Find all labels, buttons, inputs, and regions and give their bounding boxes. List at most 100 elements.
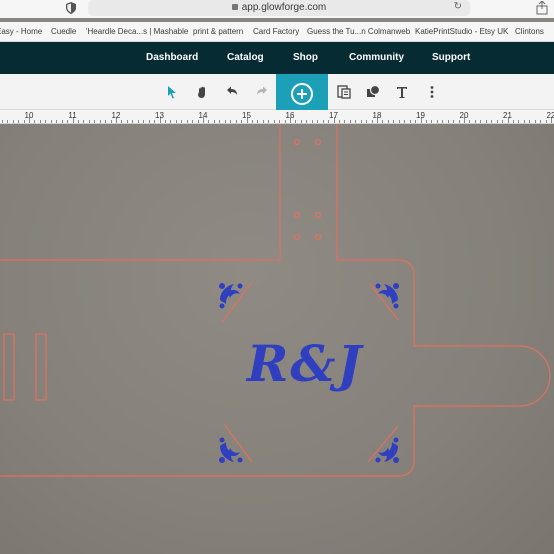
ruler-minor-tick — [523, 120, 525, 123]
ruler-minor-tick — [415, 120, 417, 123]
ruler-minor-tick — [366, 120, 368, 123]
cut-outline — [0, 124, 551, 477]
hand-icon[interactable] — [195, 84, 211, 100]
bookmark-item[interactable]: 'Heardle Deca...s | Mashable — [86, 27, 188, 36]
ruler-minor-tick — [246, 120, 248, 123]
ruler-minor-tick — [34, 120, 36, 123]
trace-icon[interactable] — [336, 84, 352, 100]
ruler-minor-tick — [154, 120, 156, 123]
ruler-minor-tick — [279, 120, 281, 123]
ruler-minor-tick — [67, 120, 69, 123]
ruler-minor-tick — [94, 120, 96, 123]
ruler-minor-tick — [295, 120, 297, 123]
monogram-text[interactable]: R&J — [230, 334, 380, 404]
ruler-minor-tick — [393, 120, 395, 123]
bookmark-item[interactable]: Guess the Tu...n Colmanweb — [307, 27, 410, 36]
undo-icon[interactable] — [224, 84, 240, 100]
ruler-minor-tick — [436, 120, 438, 123]
ruler-label: 13 — [155, 111, 164, 120]
cut-hole — [293, 138, 301, 146]
ruler-minor-tick — [29, 120, 30, 123]
ruler-minor-tick — [224, 120, 226, 123]
ruler-minor-tick — [371, 120, 373, 123]
ornament-bottom-right — [375, 437, 399, 463]
cut-hole — [314, 138, 322, 146]
ruler-minor-tick — [88, 120, 90, 123]
ruler-minor-tick — [545, 120, 547, 123]
share-icon[interactable] — [536, 1, 548, 15]
ruler-minor-tick — [230, 120, 232, 123]
ruler-minor-tick — [322, 120, 324, 123]
nav-support[interactable]: Support — [432, 52, 470, 63]
ruler-minor-tick — [349, 120, 351, 123]
ruler-minor-tick — [360, 120, 362, 123]
nav-dashboard[interactable]: Dashboard — [146, 52, 198, 63]
ruler-label: 15 — [242, 111, 251, 120]
add-button[interactable] — [276, 74, 328, 114]
ruler-minor-tick — [1, 120, 3, 123]
redo-icon[interactable] — [254, 84, 270, 100]
ruler-minor-tick — [496, 120, 498, 123]
ruler-minor-tick — [420, 120, 422, 123]
cut-lines — [0, 124, 551, 477]
ruler-minor-tick — [164, 120, 166, 123]
ruler-minor-tick — [262, 120, 264, 123]
ruler-minor-tick — [458, 120, 460, 123]
ruler-label: 21 — [503, 111, 512, 120]
ruler-minor-tick — [447, 120, 449, 123]
ruler-minor-tick — [170, 120, 172, 123]
url-text: app.glowforge.com — [241, 2, 327, 13]
cut-hole — [314, 233, 322, 241]
ruler-minor-tick — [203, 120, 204, 123]
nav-shop[interactable]: Shop — [293, 52, 318, 63]
ruler-minor-tick — [241, 120, 243, 123]
ruler-minor-tick — [507, 120, 509, 123]
bookmark-item[interactable]: print & pattern — [193, 27, 243, 36]
ruler-minor-tick — [83, 120, 85, 123]
cut-outline — [0, 124, 281, 261]
nav-catalog[interactable]: Catalog — [227, 52, 264, 63]
ruler-minor-tick — [110, 120, 112, 123]
cut-slot — [3, 333, 15, 401]
nav-community[interactable]: Community — [349, 52, 404, 63]
bookmark-item[interactable]: Cuedle — [51, 27, 76, 36]
ruler-minor-tick — [333, 120, 335, 123]
ruler-minor-tick — [453, 120, 455, 123]
shield-icon[interactable] — [66, 2, 76, 14]
ruler-minor-tick — [300, 120, 302, 123]
ruler-label: 19 — [416, 111, 425, 120]
ruler-minor-tick — [344, 120, 346, 123]
bookmark-item[interactable]: Card Factory — [253, 27, 299, 36]
ruler-minor-tick — [7, 120, 9, 123]
ruler-minor-tick — [338, 120, 340, 123]
ruler-minor-tick — [105, 120, 107, 123]
ruler-minor-tick — [45, 120, 47, 123]
ruler-minor-tick — [328, 120, 330, 123]
ruler-minor-tick — [72, 120, 74, 123]
bookmark-item[interactable]: Clintons — [515, 27, 544, 36]
ruler-minor-tick — [175, 120, 177, 123]
ruler-minor-tick — [159, 120, 161, 123]
more-icon[interactable] — [424, 84, 440, 100]
reload-icon[interactable]: ↻ — [454, 1, 462, 12]
bookmark-item[interactable]: Easy - Home — [0, 27, 42, 36]
shapes-icon[interactable] — [365, 84, 381, 100]
cut-hole — [293, 233, 301, 241]
address-field[interactable]: app.glowforge.com ↻ — [88, 0, 470, 16]
text-icon[interactable] — [394, 84, 410, 100]
ruler-minor-tick — [529, 120, 531, 123]
ruler-minor-tick — [192, 120, 194, 123]
ruler-minor-tick — [540, 120, 542, 123]
select-arrow-icon[interactable] — [164, 84, 180, 100]
bookmark-item[interactable]: KatiePrintStudio - Etsy UK — [415, 27, 508, 36]
ruler-minor-tick — [235, 120, 237, 123]
add-icon — [291, 83, 313, 105]
ruler-minor-tick — [502, 120, 504, 123]
browser-url-bar: app.glowforge.com ↻ — [0, 0, 554, 18]
ruler-minor-tick — [23, 120, 25, 123]
ruler-minor-tick — [132, 120, 134, 123]
ruler-minor-tick — [99, 120, 101, 123]
design-canvas[interactable]: R&J — [0, 124, 554, 554]
ruler-minor-tick — [442, 120, 444, 123]
ruler-minor-tick — [268, 120, 270, 123]
